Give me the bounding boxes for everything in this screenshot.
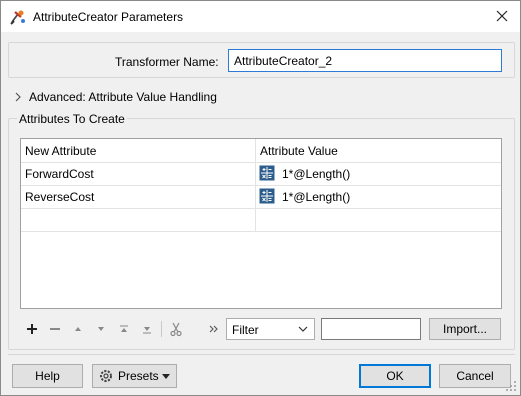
attributes-group-title: Attributes To Create [17, 112, 127, 126]
window-title: AttributeCreator Parameters [33, 10, 184, 24]
move-down-icon[interactable] [93, 321, 109, 337]
table-row[interactable]: ReverseCost 1*@Length() [21, 185, 501, 209]
divider [8, 354, 515, 355]
attributecreator-icon [10, 10, 25, 25]
toolbar-separator [161, 321, 162, 337]
cancel-button[interactable]: Cancel [439, 364, 511, 388]
transformer-name-input[interactable] [228, 49, 502, 72]
table-row-empty[interactable] [21, 208, 501, 232]
column-header-attribute-value[interactable]: Attribute Value [260, 144, 338, 158]
attributes-table: New Attribute Attribute Value ForwardCos… [20, 138, 502, 309]
cut-icon[interactable] [168, 321, 184, 337]
attribute-name-cell[interactable]: ReverseCost [25, 190, 94, 204]
help-button[interactable]: Help [12, 364, 83, 388]
close-icon[interactable] [492, 6, 512, 26]
dropdown-arrow-icon [162, 374, 170, 379]
table-toolbar: Filter Import... [20, 317, 502, 341]
chevron-down-icon [298, 326, 308, 332]
move-up-icon[interactable] [70, 321, 86, 337]
advanced-section-label: Advanced: Attribute Value Handling [29, 90, 217, 104]
dialog-window: AttributeCreator Parameters Transformer … [0, 0, 521, 396]
remove-icon[interactable] [47, 321, 63, 337]
title-bar: AttributeCreator Parameters [1, 1, 520, 32]
arithmetic-icon[interactable] [259, 165, 275, 181]
import-button[interactable]: Import... [429, 318, 501, 340]
table-row[interactable]: ForwardCost 1*@Length() [21, 162, 501, 186]
chevron-right-icon [15, 92, 21, 102]
table-header-row: New Attribute Attribute Value [21, 139, 501, 163]
ok-button[interactable]: OK [359, 364, 431, 388]
add-icon[interactable] [24, 321, 40, 337]
attribute-name-cell[interactable]: ForwardCost [25, 167, 94, 181]
column-header-new-attribute[interactable]: New Attribute [25, 144, 96, 158]
attribute-value-cell[interactable]: 1*@Length() [282, 190, 350, 204]
resize-grip-icon[interactable] [506, 381, 517, 392]
attribute-value-cell[interactable]: 1*@Length() [282, 167, 350, 181]
filter-dropdown[interactable]: Filter [226, 318, 315, 340]
transformer-name-label: Transformer Name: [115, 55, 219, 69]
move-bottom-icon[interactable] [139, 321, 155, 337]
presets-button[interactable]: Presets [92, 364, 177, 388]
gear-icon [100, 370, 112, 382]
move-top-icon[interactable] [116, 321, 132, 337]
more-icon[interactable] [206, 321, 222, 337]
presets-label: Presets [118, 369, 159, 383]
arithmetic-icon[interactable] [259, 188, 275, 204]
filter-text-input[interactable] [321, 318, 421, 340]
filter-selected-value: Filter [232, 323, 259, 337]
